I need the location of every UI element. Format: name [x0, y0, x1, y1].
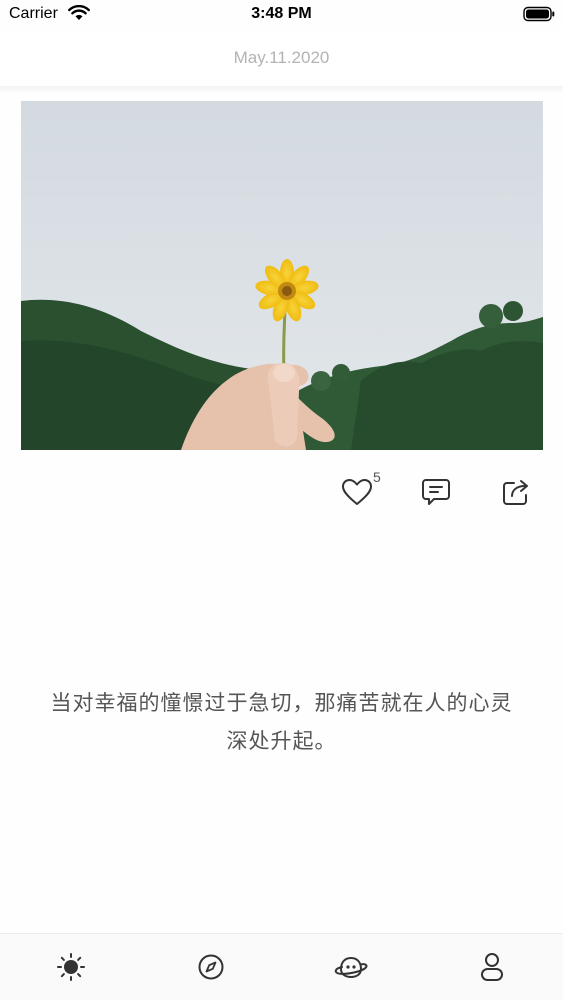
post-photo[interactable] [21, 101, 543, 450]
tab-planet[interactable] [334, 950, 368, 984]
tab-home[interactable] [54, 950, 88, 984]
planet-icon [334, 956, 368, 979]
flower-photo-illustration [21, 101, 543, 450]
share-icon [503, 480, 528, 505]
comment-icon [422, 479, 450, 505]
heart-icon [342, 479, 372, 505]
tab-profile[interactable] [475, 950, 509, 984]
profile-icon [481, 953, 503, 981]
like-count: 5 [373, 469, 381, 485]
comment-button[interactable] [418, 474, 454, 510]
status-time: 3:48 PM [251, 5, 312, 22]
post-quote: 当对幸福的憧憬过于急切，那痛苦就在人的心灵 深处升起。 [0, 684, 563, 760]
like-button[interactable] [337, 474, 377, 510]
battery-icon [523, 6, 555, 22]
quote-line-2: 深处升起。 [226, 729, 337, 753]
share-button[interactable] [498, 474, 534, 510]
quote-line-1: 当对幸福的憧憬过于急切，那痛苦就在人的心灵 [50, 691, 513, 715]
tab-bar [0, 933, 563, 1000]
compass-icon [198, 954, 224, 980]
header-divider [0, 86, 563, 94]
sun-icon [57, 953, 85, 981]
tab-discover[interactable] [194, 950, 228, 984]
post-date: May.11.2020 [233, 48, 330, 67]
header: May.11.2020 [0, 30, 563, 86]
status-bar: Carrier 3:48 PM [0, 0, 563, 30]
